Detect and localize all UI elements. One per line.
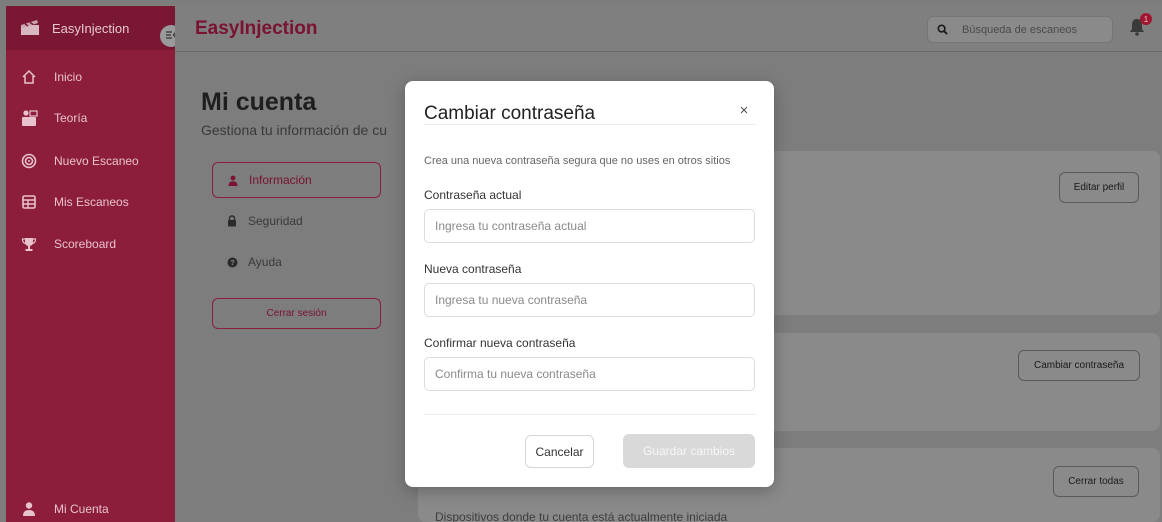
modal-divider	[424, 124, 756, 125]
sessions-description: Dispositivos donde tu cuenta está actual…	[435, 510, 728, 522]
clapperboard-icon	[20, 20, 40, 36]
close-all-sessions-button[interactable]: Cerrar todas	[1053, 466, 1139, 497]
modal-title: Cambiar contraseña	[424, 103, 596, 124]
app-title: EasyInjection	[195, 18, 318, 39]
search-box[interactable]	[927, 16, 1113, 43]
sidebar-item-mis-escaneos[interactable]: Mis Escaneos	[6, 191, 129, 213]
search-input[interactable]	[962, 23, 1102, 36]
sidebar-item-inicio[interactable]: Inicio	[6, 66, 82, 88]
logout-button[interactable]: Cerrar sesión	[212, 298, 381, 329]
modal-description: Crea una nueva contraseña segura que no …	[424, 155, 731, 167]
help-icon: ?	[226, 257, 238, 268]
sidebar-item-mi-cuenta[interactable]: Mi Cuenta	[6, 498, 109, 520]
sidebar-item-label: Teoría	[54, 111, 88, 125]
change-password-modal: Cambiar contraseña × Crea una nueva cont…	[405, 81, 774, 487]
svg-text:?: ?	[230, 258, 235, 267]
edit-profile-button[interactable]: Editar perfil	[1059, 172, 1139, 203]
target-icon	[20, 152, 38, 170]
cancel-button[interactable]: Cancelar	[525, 435, 594, 468]
teacher-icon	[20, 109, 38, 127]
modal-footer-divider	[424, 414, 756, 415]
tab-ayuda[interactable]: ? Ayuda	[212, 244, 381, 280]
close-icon[interactable]: ×	[736, 102, 752, 119]
confirm-password-label: Confirmar nueva contraseña	[424, 336, 576, 350]
sidebar-brand[interactable]: EasyInjection	[6, 6, 175, 50]
user-icon	[20, 500, 38, 518]
sidebar-item-teoria[interactable]: Teoría	[6, 107, 87, 129]
notification-badge: 1	[1140, 13, 1152, 25]
sidebar-brand-label: EasyInjection	[52, 20, 130, 36]
table-icon	[20, 193, 38, 211]
user-icon	[227, 175, 239, 186]
lock-icon	[226, 215, 238, 227]
tab-seguridad[interactable]: Seguridad	[212, 203, 381, 239]
sidebar-item-nuevo-escaneo[interactable]: Nuevo Escaneo	[6, 150, 139, 172]
sidebar-item-label: Nuevo Escaneo	[54, 154, 139, 168]
trophy-icon	[20, 235, 38, 253]
new-password-label: Nueva contraseña	[424, 262, 522, 276]
sidebar: EasyInjection Inicio Teoría Nuevo Escane…	[6, 6, 175, 522]
tab-informacion[interactable]: Información	[212, 162, 381, 198]
sidebar-item-label: Scoreboard	[54, 237, 117, 251]
sidebar-item-label: Inicio	[54, 70, 83, 84]
change-password-button[interactable]: Cambiar contraseña	[1018, 350, 1140, 381]
new-password-input[interactable]	[424, 283, 755, 317]
search-icon	[928, 24, 956, 35]
page-title: Mi cuenta	[201, 88, 317, 116]
current-password-label: Contraseña actual	[424, 188, 522, 202]
home-icon	[20, 68, 38, 86]
tab-label: Información	[249, 173, 312, 187]
save-changes-button[interactable]: Guardar cambios	[623, 434, 755, 468]
tab-label: Seguridad	[248, 214, 303, 228]
sidebar-item-scoreboard[interactable]: Scoreboard	[6, 233, 116, 255]
current-password-input[interactable]	[424, 209, 755, 243]
sidebar-item-label: Mi Cuenta	[54, 502, 109, 516]
confirm-password-input[interactable]	[424, 357, 755, 391]
sidebar-item-label: Mis Escaneos	[54, 195, 129, 209]
bell-icon	[1129, 19, 1145, 40]
tab-label: Ayuda	[248, 255, 282, 269]
page-subtitle: Gestiona tu información de cu	[201, 122, 387, 138]
topbar: EasyInjection 1	[175, 6, 1162, 52]
notifications-button[interactable]: 1	[1129, 13, 1152, 41]
